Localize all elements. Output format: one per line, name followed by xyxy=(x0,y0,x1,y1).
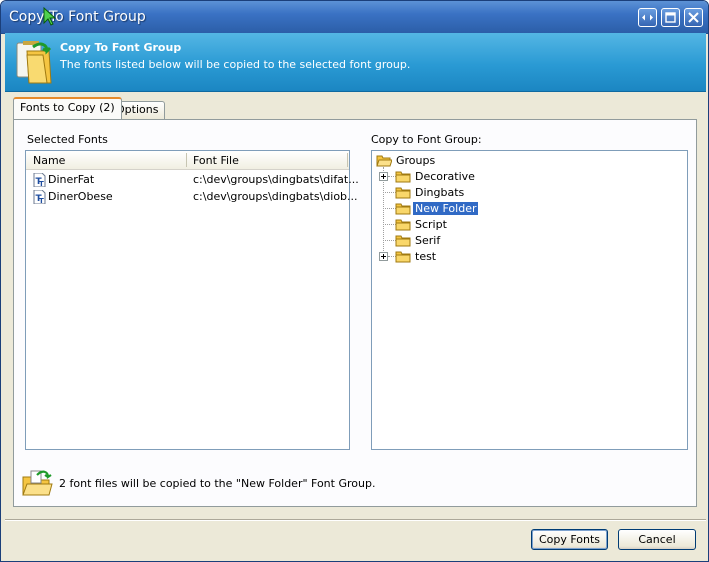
table-row[interactable]: T T DinerFat c:\dev\groups\dingbats\difa… xyxy=(26,172,359,188)
tree-item-label: Dingbats xyxy=(415,186,465,199)
font-file: c:\dev\groups\dingbats\difat... xyxy=(193,173,359,186)
column-header-font-file[interactable]: Font File xyxy=(193,154,239,167)
copy-font-group-dialog: Copy To Font Group Copy To Font Group Th… xyxy=(0,0,709,562)
window-title: Copy To Font Group xyxy=(9,9,146,25)
copy-folder-icon xyxy=(16,41,52,84)
folder-icon xyxy=(395,187,411,199)
font-file: c:\dev\groups\dingbats\diob... xyxy=(193,190,358,203)
expand-decorative-button[interactable] xyxy=(379,172,388,181)
folder-icon xyxy=(395,251,411,263)
table-row[interactable]: T T DinerObese c:\dev\groups\dingbats\di… xyxy=(26,189,358,205)
column-divider[interactable] xyxy=(347,153,348,167)
font-group-label: Copy to Font Group: xyxy=(371,133,482,146)
tab-panel: Selected Fonts Name Font File T T DinerF… xyxy=(13,119,697,507)
close-button[interactable] xyxy=(684,8,703,27)
resize-arrows-icon xyxy=(642,14,653,21)
font-group-tree[interactable]: Groups Decorative Dingbats New Folder Sc… xyxy=(371,150,688,450)
mouse-cursor-icon xyxy=(43,7,57,26)
svg-text:T: T xyxy=(39,197,44,204)
header-title: Copy To Font Group xyxy=(60,41,182,54)
copy-fonts-button[interactable]: Copy Fonts xyxy=(531,529,608,550)
selected-fonts-label: Selected Fonts xyxy=(27,133,108,146)
folder-icon xyxy=(395,203,411,215)
list-header: Name Font File xyxy=(26,151,349,170)
maximize-button[interactable] xyxy=(661,8,680,27)
folder-icon xyxy=(395,219,411,231)
restore-size-button[interactable] xyxy=(638,8,657,27)
column-divider[interactable] xyxy=(186,153,187,167)
tree-item-label: New Folder xyxy=(413,202,479,215)
tree-item-label: Decorative xyxy=(415,170,475,183)
dialog-header: Copy To Font Group The fonts listed belo… xyxy=(5,33,706,92)
column-header-name[interactable]: Name xyxy=(33,154,65,167)
truetype-font-icon: T T xyxy=(33,190,46,204)
svg-text:T: T xyxy=(39,180,44,187)
maximize-icon xyxy=(665,12,676,23)
font-name: DinerFat xyxy=(48,173,95,186)
font-name: DinerObese xyxy=(48,190,113,203)
folder-icon xyxy=(395,235,411,247)
expand-test-button[interactable] xyxy=(379,252,388,261)
selected-fonts-list[interactable]: Name Font File T T DinerFat c:\dev\group… xyxy=(25,150,359,450)
folder-open-icon xyxy=(376,155,392,167)
folder-icon xyxy=(395,171,411,183)
tree-item-label: Serif xyxy=(415,234,441,247)
tree-item-label: Script xyxy=(415,218,447,231)
header-subtitle: The fonts listed below will be copied to… xyxy=(60,58,411,71)
truetype-font-icon: T T xyxy=(33,173,46,187)
status-message: 2 font files will be copied to the "New … xyxy=(59,477,376,490)
title-bar[interactable]: Copy To Font Group xyxy=(1,1,708,34)
footer-divider xyxy=(5,519,706,521)
tree-item-label: Groups xyxy=(396,154,436,167)
tab-fonts-to-copy[interactable]: Fonts to Copy (2) xyxy=(13,97,122,119)
copy-folder-small-icon xyxy=(22,470,53,496)
close-icon xyxy=(688,12,699,23)
tree-item-label: test xyxy=(415,250,437,263)
cancel-button[interactable]: Cancel xyxy=(618,529,696,550)
